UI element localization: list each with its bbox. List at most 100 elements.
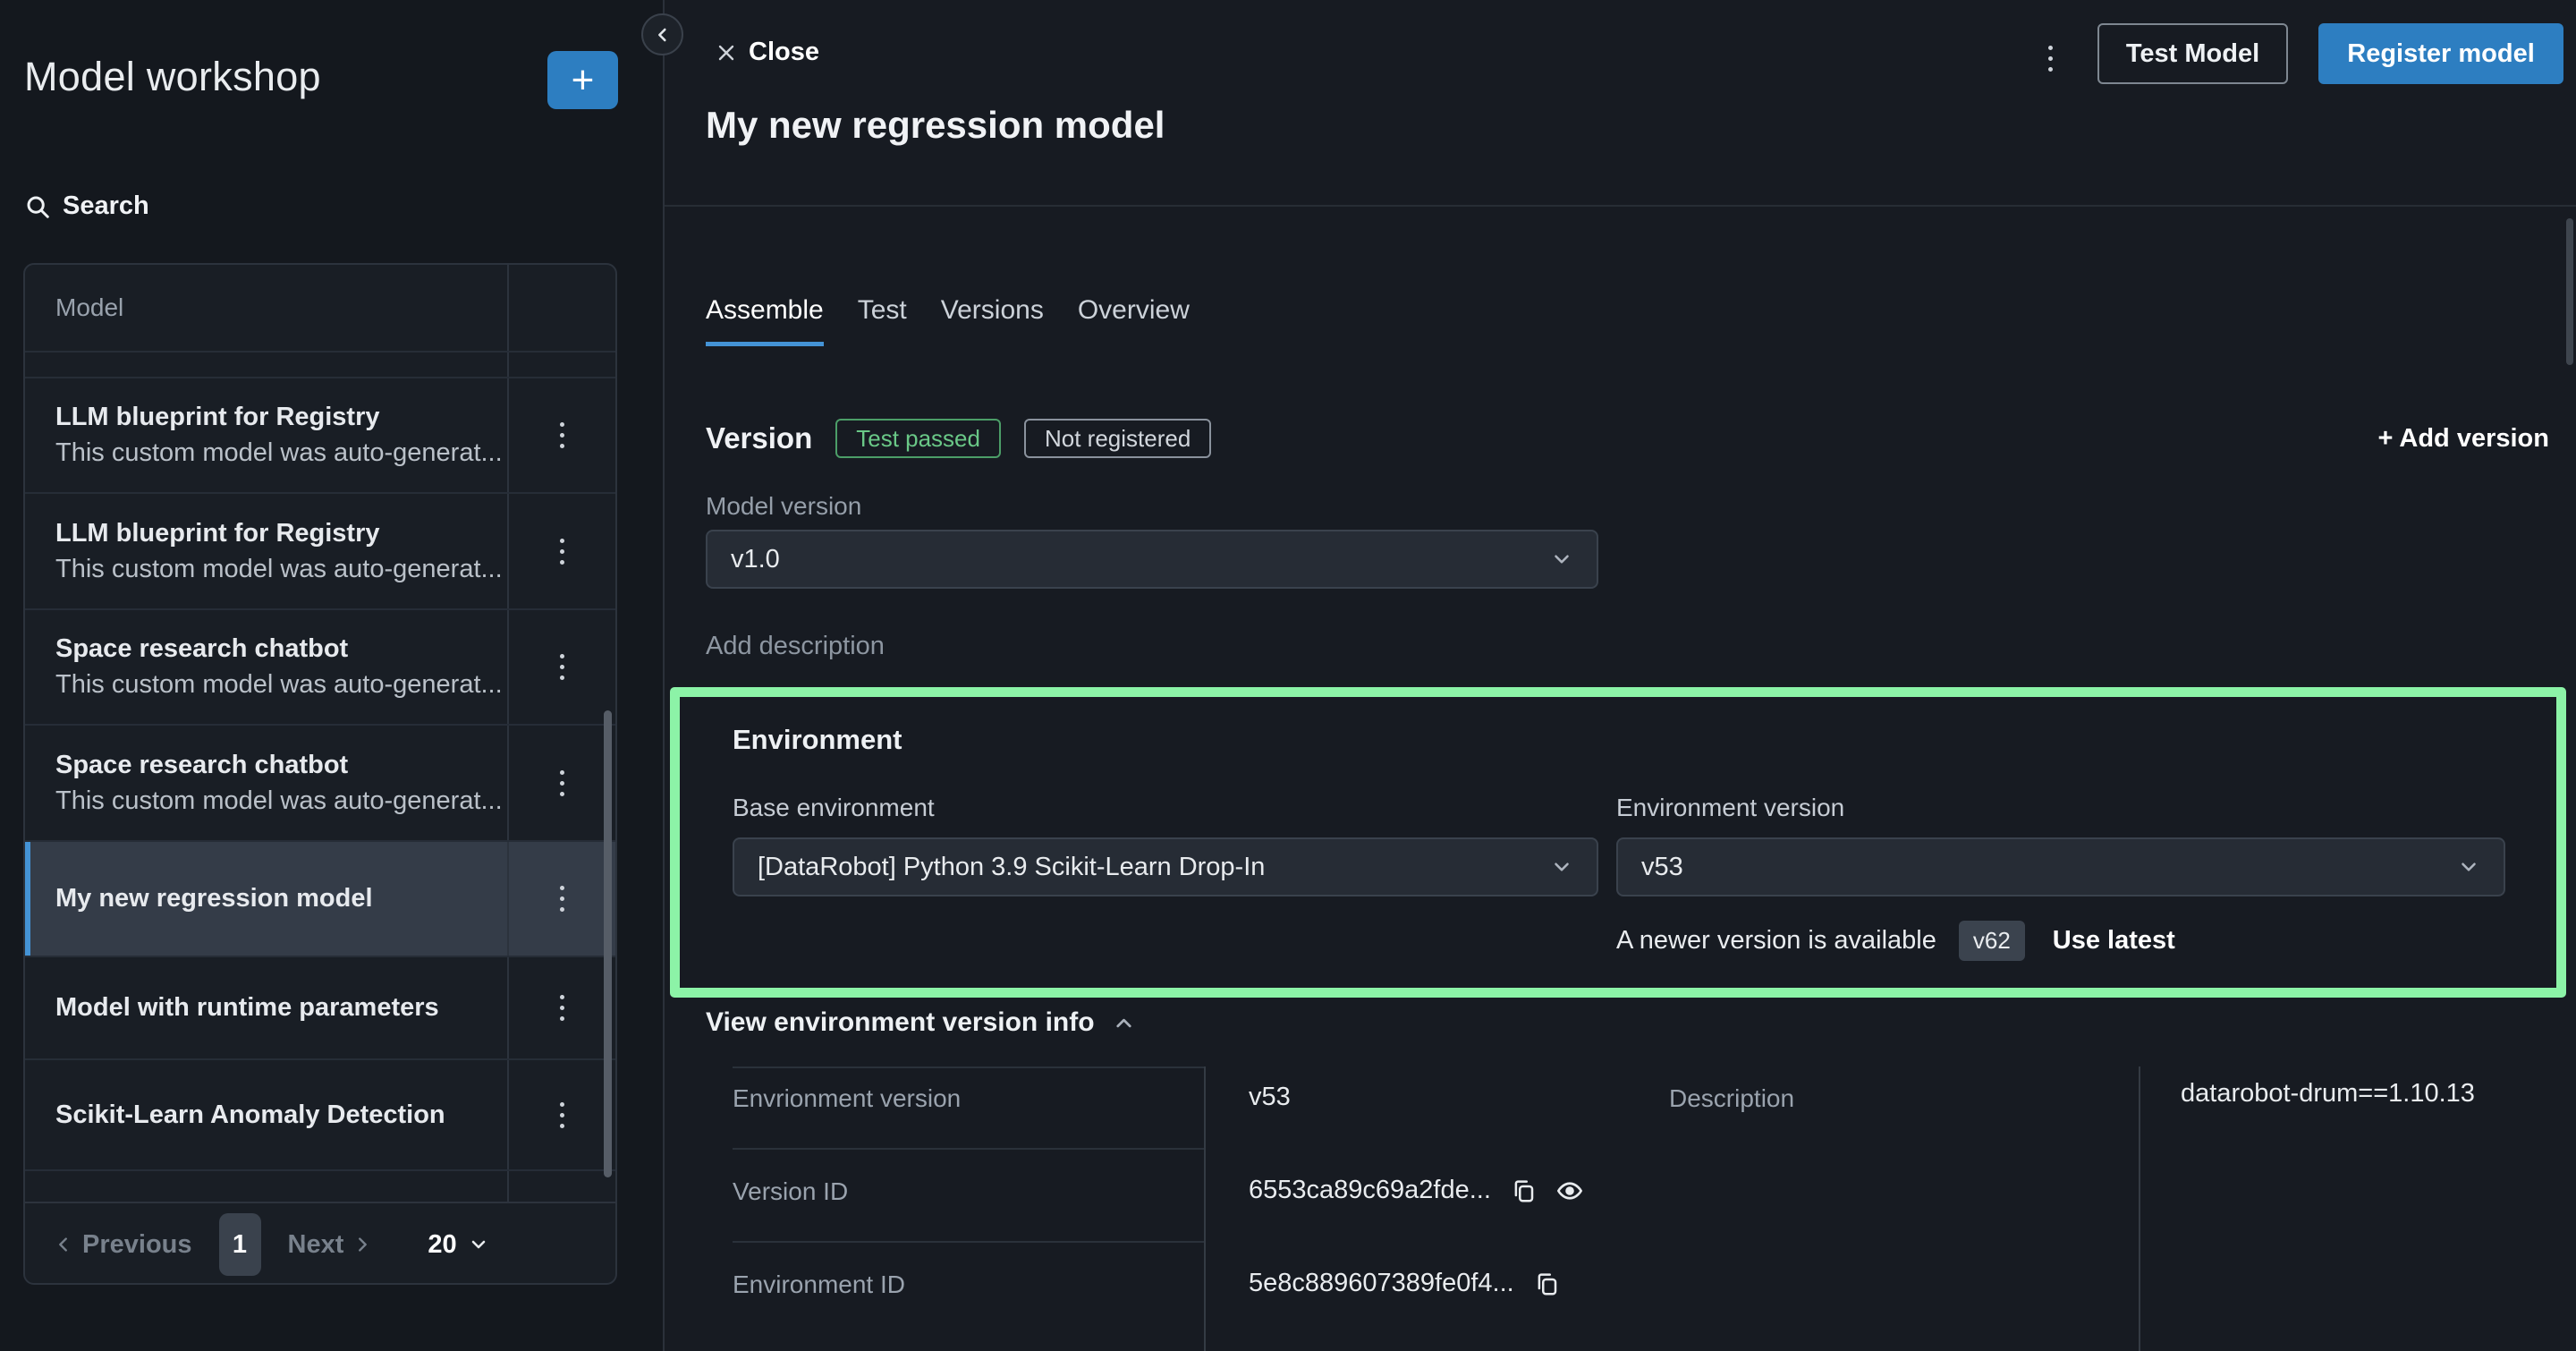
search-label: Search xyxy=(63,191,149,220)
kebab-icon[interactable] xyxy=(551,645,573,689)
previous-page-button[interactable]: Previous xyxy=(54,1230,192,1260)
base-environment-value: [DataRobot] Python 3.9 Scikit-Learn Drop… xyxy=(758,852,1266,881)
info-row-label: Version ID xyxy=(733,1177,849,1205)
kebab-icon[interactable] xyxy=(551,413,573,457)
page-title: Model workshop xyxy=(24,54,321,99)
close-icon xyxy=(716,42,737,64)
chevron-down-icon xyxy=(468,1234,489,1255)
model-version-label: Model version xyxy=(706,492,862,520)
chevron-down-icon xyxy=(2457,855,2480,879)
close-label: Close xyxy=(749,38,819,66)
model-detail-title: My new regression model xyxy=(706,104,1165,146)
kebab-icon[interactable] xyxy=(2039,37,2062,81)
model-version-dropdown[interactable]: v1.0 xyxy=(706,530,1598,589)
kebab-icon[interactable] xyxy=(551,530,573,574)
table-row[interactable]: Space research chatbot This custom model… xyxy=(25,608,615,724)
detail-header: Close Test Model Register model My new r… xyxy=(665,0,2576,207)
description-label: Description xyxy=(1669,1084,1795,1112)
collapse-sidebar-button[interactable] xyxy=(641,13,683,55)
newer-version-notice: A newer version is available v62 Use lat… xyxy=(1616,921,2505,961)
model-title: Model with runtime parameters xyxy=(55,993,439,1022)
table-row[interactable]: Space research chatbot This custom model… xyxy=(25,724,615,840)
previous-label: Previous xyxy=(82,1229,192,1259)
model-title: Scikit-Learn Anomaly Detection xyxy=(55,1100,445,1129)
kebab-icon[interactable] xyxy=(551,1093,573,1137)
page-number[interactable]: 1 xyxy=(218,1213,261,1276)
chevron-down-icon xyxy=(1550,855,1573,879)
test-model-button[interactable]: Test Model xyxy=(2097,23,2288,84)
model-table-header: Model xyxy=(25,265,615,351)
search-icon xyxy=(24,193,51,220)
environment-version-field: Environment version v53 A newer version … xyxy=(1616,794,2505,961)
info-row-label: Environment ID xyxy=(733,1270,905,1298)
next-label: Next xyxy=(287,1229,344,1259)
info-row-value: v53 xyxy=(1249,1083,1291,1112)
chevron-left-icon xyxy=(653,25,673,45)
model-subtitle: This custom model was auto-generat... xyxy=(55,438,503,467)
view-environment-info-label: View environment version info xyxy=(706,1007,1095,1037)
sidebar: Model workshop + Search Model LLM bluepr… xyxy=(0,0,662,1351)
table-row[interactable]: Model with runtime parameters xyxy=(25,956,615,1058)
model-title: Scikit-Learn Regression xyxy=(55,1200,507,1202)
tab-overview[interactable]: Overview xyxy=(1078,295,1190,346)
info-column-divider xyxy=(2139,1066,2140,1351)
info-row-label: Envrionment version xyxy=(733,1084,962,1112)
copy-icon[interactable] xyxy=(1533,1270,1560,1297)
view-environment-info-toggle[interactable]: View environment version info xyxy=(706,1007,1136,1038)
version-section-header: Version Test passed Not registered + Add… xyxy=(706,419,2549,458)
kebab-icon[interactable] xyxy=(551,877,573,921)
table-row-partial-bottom[interactable]: Scikit-Learn Regression xyxy=(25,1169,615,1202)
newer-version-badge: v62 xyxy=(1958,921,2025,961)
drum-version-value: datarobot-drum==1.10.13 xyxy=(2181,1079,2475,1108)
version-heading: Version xyxy=(706,421,813,455)
tab-versions[interactable]: Versions xyxy=(941,295,1044,346)
add-model-button[interactable]: + xyxy=(547,51,618,109)
environment-section-highlight: Environment Base environment [DataRobot]… xyxy=(670,687,2566,998)
model-subtitle: This custom model was auto-generat... xyxy=(55,670,503,699)
status-badge-test-passed: Test passed xyxy=(835,419,1001,458)
sidebar-scrollbar[interactable] xyxy=(604,710,612,1177)
close-button[interactable]: Close xyxy=(716,38,819,67)
eye-icon[interactable] xyxy=(1555,1177,1584,1205)
table-row[interactable]: LLM blueprint for Registry This custom m… xyxy=(25,492,615,608)
chevron-down-icon xyxy=(1550,548,1573,571)
kebab-icon[interactable] xyxy=(551,986,573,1030)
tab-bar: Assemble Test Versions Overview xyxy=(706,295,1190,346)
base-environment-label: Base environment xyxy=(733,794,935,821)
add-description-button[interactable]: Add description xyxy=(706,632,885,661)
base-environment-dropdown[interactable]: [DataRobot] Python 3.9 Scikit-Learn Drop… xyxy=(733,837,1598,896)
model-table: Model LLM blueprint for Registry This cu… xyxy=(23,263,617,1285)
main-scrollbar[interactable] xyxy=(2566,218,2573,365)
table-row[interactable]: LLM blueprint for Registry This custom m… xyxy=(25,377,615,492)
table-row-selected[interactable]: My new regression model xyxy=(25,840,615,956)
next-page-button[interactable]: Next xyxy=(288,1230,373,1260)
table-row-partial-top xyxy=(25,351,615,377)
model-title: My new regression model xyxy=(55,884,373,913)
copy-icon[interactable] xyxy=(1510,1177,1537,1204)
app: Model workshop + Search Model LLM bluepr… xyxy=(0,0,2576,1351)
use-latest-button[interactable]: Use latest xyxy=(2053,926,2175,956)
register-model-button[interactable]: Register model xyxy=(2318,23,2563,84)
environment-version-value: v53 xyxy=(1641,852,1683,881)
info-row-value: 6553ca89c69a2fde... xyxy=(1249,1176,1584,1205)
kebab-icon[interactable] xyxy=(551,761,573,805)
add-version-button[interactable]: + Add version xyxy=(2377,424,2549,454)
tab-assemble[interactable]: Assemble xyxy=(706,295,824,346)
table-row[interactable]: Scikit-Learn Anomaly Detection xyxy=(25,1058,615,1169)
tab-test[interactable]: Test xyxy=(858,295,907,346)
model-title: LLM blueprint for Registry xyxy=(55,518,380,548)
base-environment-field: Base environment [DataRobot] Python 3.9 … xyxy=(733,794,1598,896)
info-column-divider xyxy=(1204,1066,1206,1351)
environment-version-label: Environment version xyxy=(1616,794,1845,821)
info-row-value: 5e8c889607389fe0f4... xyxy=(1249,1269,1560,1298)
chevron-right-icon xyxy=(352,1235,372,1254)
environment-version-dropdown[interactable]: v53 xyxy=(1616,837,2505,896)
model-column-header: Model xyxy=(55,293,124,321)
model-title: Space research chatbot xyxy=(55,634,349,663)
plus-icon: + xyxy=(571,57,595,102)
model-version-value: v1.0 xyxy=(731,544,780,574)
environment-version-info-value: v53 xyxy=(1249,1083,1291,1111)
page-size-dropdown[interactable]: 20 xyxy=(428,1230,488,1260)
model-title: LLM blueprint for Registry xyxy=(55,403,380,431)
search-toggle[interactable]: Search xyxy=(24,191,149,221)
